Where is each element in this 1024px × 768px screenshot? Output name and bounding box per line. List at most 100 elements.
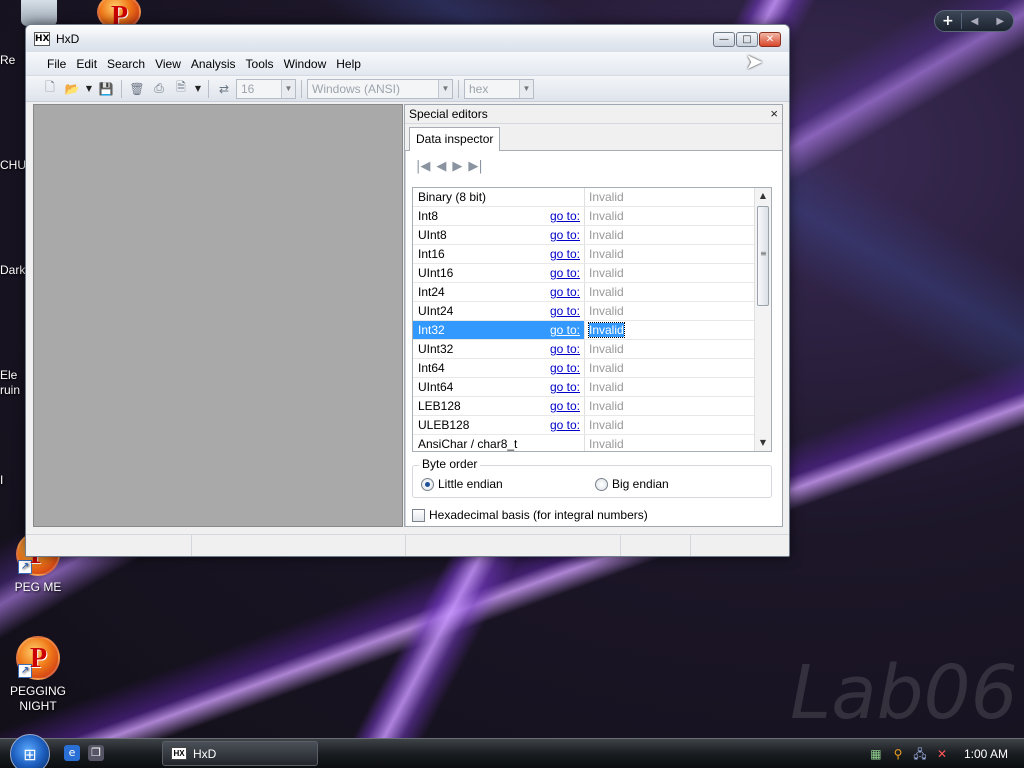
open-dropdown-icon[interactable]: ▼ [84, 79, 94, 99]
prev-gadget-icon[interactable]: ◀ [962, 16, 988, 27]
big-endian-radio[interactable]: Big endian [595, 477, 669, 491]
goto-icon[interactable]: ⇄ [214, 79, 234, 99]
row-value-cell[interactable]: Invalid [585, 435, 754, 451]
wallpaper-watermark: Lab06 [790, 650, 1018, 736]
editor-area[interactable] [33, 104, 403, 527]
tab-data-inspector[interactable]: Data inspector [409, 127, 501, 151]
export-icon[interactable]: 🗎 [171, 79, 191, 99]
maximize-button[interactable]: □ [736, 32, 758, 47]
table-row[interactable]: UInt16 go to: Invalid [413, 264, 754, 283]
table-row[interactable]: LEB128 go to: Invalid [413, 397, 754, 416]
search-icon[interactable]: ⚲ [890, 746, 906, 762]
row-value-cell[interactable]: Invalid [585, 397, 754, 415]
table-row[interactable]: ULEB128 go to: Invalid [413, 416, 754, 435]
menu-help[interactable]: Help [331, 57, 366, 71]
tray-app-icon[interactable]: ▦ [868, 746, 884, 762]
goto-link[interactable]: go to: [543, 321, 585, 339]
table-row[interactable]: AnsiChar / char8_t Invalid [413, 435, 754, 451]
goto-link[interactable]: go to: [543, 245, 585, 263]
scroll-down-icon[interactable]: ▼ [755, 435, 771, 451]
taskbar-button-hxd[interactable]: HX HxD [162, 741, 318, 766]
row-value-cell[interactable]: Invalid [585, 283, 754, 301]
row-value-cell[interactable]: Invalid [585, 264, 754, 282]
goto-link[interactable]: go to: [543, 340, 585, 358]
menu-tools[interactable]: Tools [241, 57, 279, 71]
open-file-icon[interactable]: 📂 [62, 79, 82, 99]
menu-file[interactable]: File [42, 57, 71, 71]
hxd-app-icon: HX [34, 31, 50, 46]
scroll-thumb[interactable]: ≡ [757, 206, 769, 306]
minimize-button[interactable]: — [713, 32, 735, 47]
row-value-cell[interactable]: Invalid [585, 245, 754, 263]
charset-select[interactable]: Windows (ANSI) ▼ [307, 78, 453, 99]
table-row[interactable]: UInt64 go to: Invalid [413, 378, 754, 397]
row-value-cell[interactable]: Invalid [585, 302, 754, 320]
grid-scrollbar[interactable]: ▲ ≡ ▼ [754, 188, 771, 451]
hex-basis-checkbox[interactable]: Hexadecimal basis (for integral numbers) [412, 508, 648, 522]
chevron-down-icon: ▼ [281, 79, 295, 98]
data-inspector-grid[interactable]: Binary (8 bit) Invalid Int8 go to: Invalid UI… [412, 187, 772, 452]
internet-explorer-icon[interactable]: e [64, 745, 80, 761]
row-value-cell[interactable]: Invalid [585, 226, 754, 244]
add-gadget-icon[interactable]: + [935, 13, 962, 29]
print-icon[interactable]: ⎙ [149, 79, 169, 99]
close-button[interactable]: ✕ [759, 32, 781, 47]
next-record-icon[interactable]: ▶ [452, 159, 462, 174]
menu-window[interactable]: Window [279, 57, 332, 71]
row-value-cell[interactable]: Invalid [585, 359, 754, 377]
table-row[interactable]: UInt24 go to: Invalid [413, 302, 754, 321]
goto-link[interactable]: go to: [543, 264, 585, 282]
menu-view[interactable]: View [150, 57, 186, 71]
prev-record-icon[interactable]: ◀ [436, 159, 446, 174]
delete-icon[interactable]: 🗑 [127, 79, 147, 99]
table-row[interactable]: UInt32 go to: Invalid [413, 340, 754, 359]
next-gadget-icon[interactable]: ▶ [987, 16, 1013, 27]
row-value-cell[interactable]: Invalid [585, 416, 754, 434]
goto-link[interactable]: go to: [543, 207, 585, 225]
goto-link[interactable]: go to: [543, 359, 585, 377]
table-row[interactable]: Int16 go to: Invalid [413, 245, 754, 264]
table-row[interactable]: Binary (8 bit) Invalid [413, 188, 754, 207]
goto-link[interactable]: go to: [543, 283, 585, 301]
row-value: Invalid [589, 342, 624, 356]
window-controls: — □ ✕ [713, 32, 781, 47]
table-row[interactable]: Int8 go to: Invalid [413, 207, 754, 226]
window-title: HxD [56, 31, 80, 46]
last-record-icon[interactable]: ▶| [468, 159, 482, 174]
menu-edit[interactable]: Edit [71, 57, 102, 71]
table-row[interactable]: UInt8 go to: Invalid [413, 226, 754, 245]
save-icon[interactable]: 💾 [96, 79, 116, 99]
menu-analysis[interactable]: Analysis [186, 57, 241, 71]
table-row[interactable]: Int64 go to: Invalid [413, 359, 754, 378]
row-value-cell[interactable]: Invalid [585, 321, 754, 339]
row-type-name: UInt8 [418, 228, 447, 242]
table-row[interactable]: Int32 go to: Invalid [413, 321, 754, 340]
clock[interactable]: 1:00 AM [964, 747, 1008, 761]
new-file-icon[interactable]: 🗋 [40, 79, 60, 99]
volume-muted-icon[interactable]: ✕ [934, 746, 950, 762]
row-value-cell[interactable]: Invalid [585, 378, 754, 396]
goto-link[interactable]: go to: [543, 416, 585, 434]
row-value-cell[interactable]: Invalid [585, 340, 754, 358]
little-endian-radio[interactable]: Little endian [421, 477, 503, 491]
table-row[interactable]: Int24 go to: Invalid [413, 283, 754, 302]
sidebar-gadget-controls[interactable]: + ◀ ▶ [934, 10, 1014, 32]
row-value-cell[interactable]: Invalid [585, 188, 754, 206]
goto-link[interactable]: go to: [543, 397, 585, 415]
menu-search[interactable]: Search [102, 57, 150, 71]
export-dropdown-icon[interactable]: ▼ [193, 79, 203, 99]
goto-link[interactable]: go to: [543, 302, 585, 320]
goto-link[interactable]: go to: [543, 226, 585, 244]
goto-link[interactable]: go to: [543, 378, 585, 396]
panel-close-icon[interactable]: × [770, 105, 778, 123]
title-bar[interactable]: HX HxD — □ ✕ [26, 25, 789, 52]
desktop-icon-pegging-night[interactable]: ↗ PEGGING NIGHT [3, 636, 73, 714]
network-icon[interactable]: 🖧 [912, 746, 928, 762]
switch-windows-icon[interactable]: ❐ [88, 745, 104, 761]
bytes-per-row-select[interactable]: 16 ▼ [236, 78, 296, 99]
scroll-up-icon[interactable]: ▲ [755, 188, 771, 204]
row-value-cell[interactable]: Invalid [585, 207, 754, 225]
offset-base-select[interactable]: hex ▼ [464, 78, 534, 99]
start-button[interactable]: ⊞ [10, 734, 50, 768]
first-record-icon[interactable]: |◀ [416, 159, 430, 174]
